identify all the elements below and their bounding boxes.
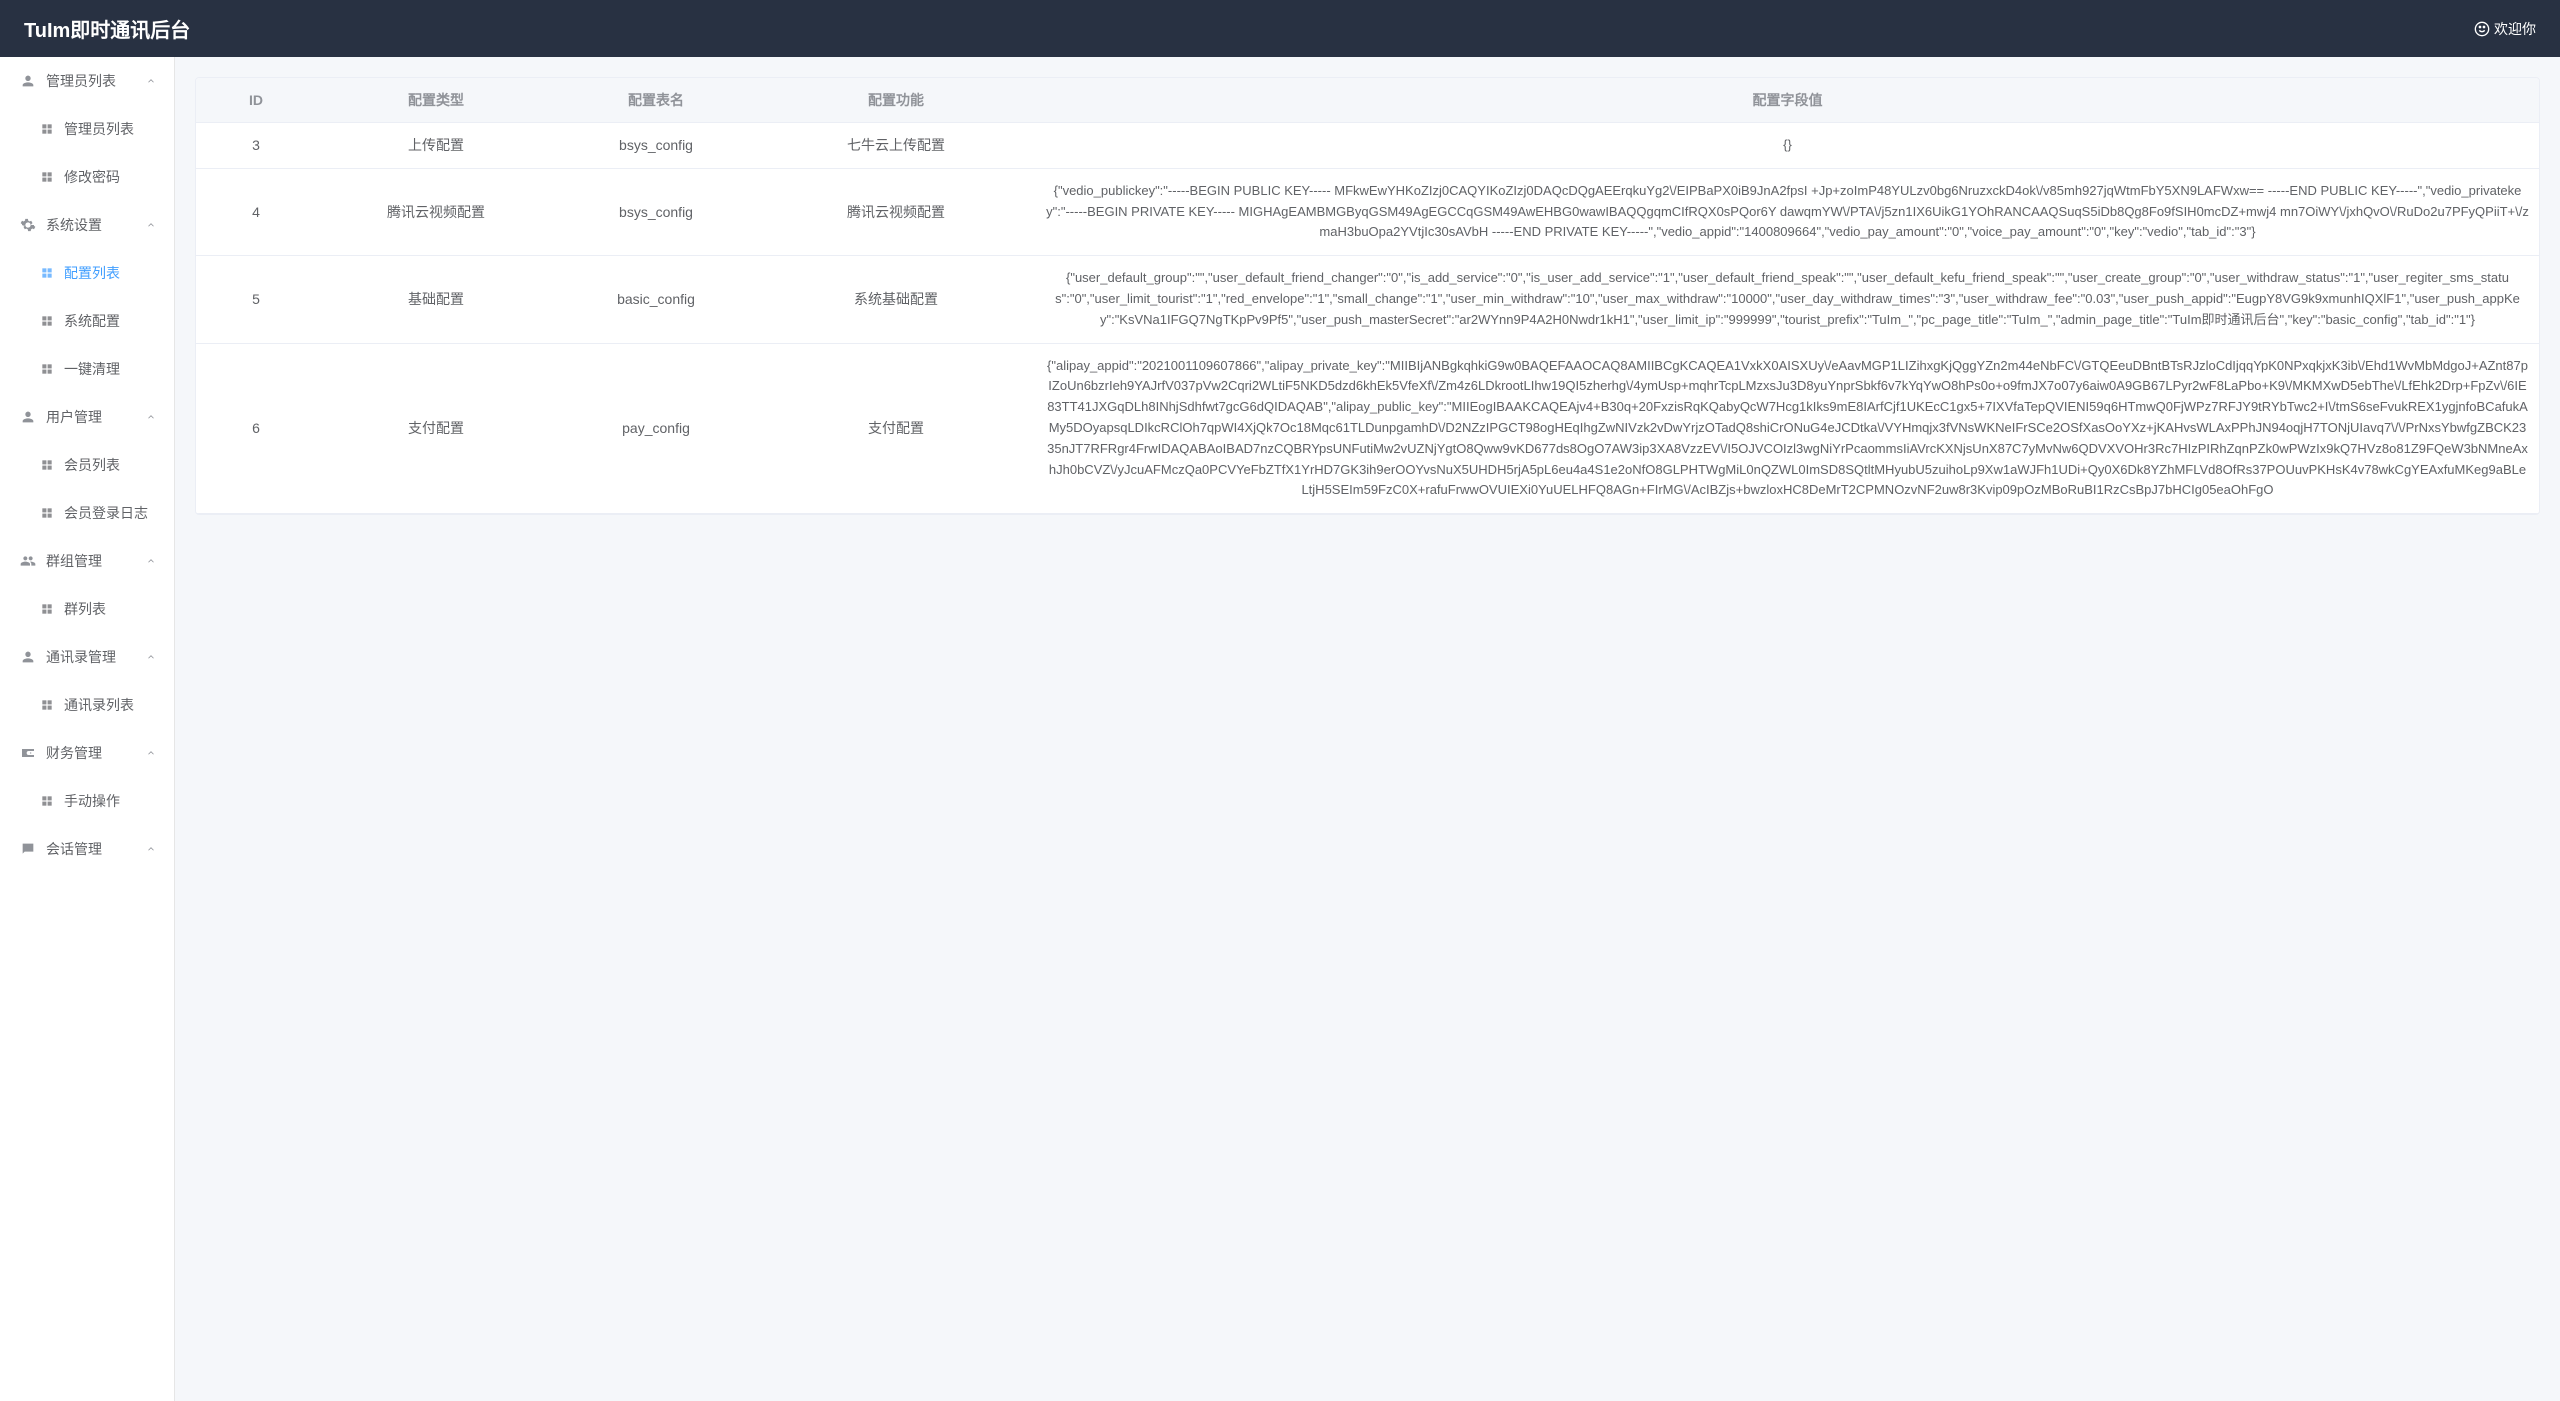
nav-group-label: 用户管理 <box>46 407 102 427</box>
cell-table-name: bsys_config <box>556 168 756 255</box>
nav-group-label: 财务管理 <box>46 743 102 763</box>
cell-func: 系统基础配置 <box>756 256 1036 343</box>
config-table-card: ID 配置类型 配置表名 配置功能 配置字段值 3上传配置bsys_config… <box>195 77 2540 515</box>
nav-item-1-2[interactable]: 一键清理 <box>0 345 174 393</box>
cell-table-name: pay_config <box>556 343 756 514</box>
table-row[interactable]: 5基础配置basic_config系统基础配置{"user_default_gr… <box>196 256 2539 343</box>
cell-type: 支付配置 <box>316 343 556 514</box>
cell-func: 支付配置 <box>756 343 1036 514</box>
nav-item-label: 会员列表 <box>64 455 120 475</box>
nav-item-0-1[interactable]: 修改密码 <box>0 153 174 201</box>
table-row[interactable]: 4腾讯云视频配置bsys_config腾讯云视频配置{"vedio_public… <box>196 168 2539 255</box>
nav-item-label: 配置列表 <box>64 263 120 283</box>
nav-group-1[interactable]: 系统设置 <box>0 201 174 249</box>
nav-item-label: 会员登录日志 <box>64 503 148 523</box>
nav-item-label: 系统配置 <box>64 311 120 331</box>
nav-group-label: 管理员列表 <box>46 71 116 91</box>
nav-group-6[interactable]: 会话管理 <box>0 825 174 873</box>
cell-id: 3 <box>196 123 316 169</box>
col-value[interactable]: 配置字段值 <box>1036 78 2539 123</box>
cell-func: 七牛云上传配置 <box>756 123 1036 169</box>
nav-group-4[interactable]: 通讯录管理 <box>0 633 174 681</box>
nav-item-label: 修改密码 <box>64 167 120 187</box>
app-title: TuIm即时通讯后台 <box>24 14 190 43</box>
cell-id: 5 <box>196 256 316 343</box>
cell-type: 基础配置 <box>316 256 556 343</box>
cell-id: 4 <box>196 168 316 255</box>
cell-value: {"user_default_group":"","user_default_f… <box>1036 256 2539 343</box>
col-func[interactable]: 配置功能 <box>756 78 1036 123</box>
cell-table-name: basic_config <box>556 256 756 343</box>
nav-item-label: 通讯录列表 <box>64 695 134 715</box>
nav-group-0[interactable]: 管理员列表 <box>0 57 174 105</box>
col-id[interactable]: ID <box>196 78 316 123</box>
config-table: ID 配置类型 配置表名 配置功能 配置字段值 3上传配置bsys_config… <box>196 78 2539 514</box>
cell-type: 上传配置 <box>316 123 556 169</box>
cell-value: {"vedio_publickey":"-----BEGIN PUBLIC KE… <box>1036 168 2539 255</box>
col-table-name[interactable]: 配置表名 <box>556 78 756 123</box>
nav-item-4-0[interactable]: 通讯录列表 <box>0 681 174 729</box>
table-row[interactable]: 3上传配置bsys_config七牛云上传配置{} <box>196 123 2539 169</box>
table-header-row: ID 配置类型 配置表名 配置功能 配置字段值 <box>196 78 2539 123</box>
nav-item-2-0[interactable]: 会员列表 <box>0 441 174 489</box>
nav-group-5[interactable]: 财务管理 <box>0 729 174 777</box>
nav-item-label: 管理员列表 <box>64 119 134 139</box>
nav-item-label: 群列表 <box>64 599 106 619</box>
nav-group-3[interactable]: 群组管理 <box>0 537 174 585</box>
welcome-user[interactable]: 欢迎你 <box>2474 19 2536 39</box>
main-content: ID 配置类型 配置表名 配置功能 配置字段值 3上传配置bsys_config… <box>175 57 2560 535</box>
nav-group-label: 会话管理 <box>46 839 102 859</box>
nav-item-1-0[interactable]: 配置列表 <box>0 249 174 297</box>
cell-value: {} <box>1036 123 2539 169</box>
nav-item-5-0[interactable]: 手动操作 <box>0 777 174 825</box>
smile-icon <box>2474 21 2490 37</box>
cell-func: 腾讯云视频配置 <box>756 168 1036 255</box>
nav-group-label: 系统设置 <box>46 215 102 235</box>
cell-table-name: bsys_config <box>556 123 756 169</box>
top-header: TuIm即时通讯后台 欢迎你 <box>0 0 2560 57</box>
nav-item-2-1[interactable]: 会员登录日志 <box>0 489 174 537</box>
nav-item-label: 一键清理 <box>64 359 120 379</box>
table-row[interactable]: 6支付配置pay_config支付配置{"alipay_appid":"2021… <box>196 343 2539 514</box>
nav-item-0-0[interactable]: 管理员列表 <box>0 105 174 153</box>
nav-item-label: 手动操作 <box>64 791 120 811</box>
cell-id: 6 <box>196 343 316 514</box>
col-type[interactable]: 配置类型 <box>316 78 556 123</box>
nav-group-2[interactable]: 用户管理 <box>0 393 174 441</box>
nav-group-label: 通讯录管理 <box>46 647 116 667</box>
cell-type: 腾讯云视频配置 <box>316 168 556 255</box>
welcome-label: 欢迎你 <box>2494 19 2536 39</box>
nav-item-3-0[interactable]: 群列表 <box>0 585 174 633</box>
sidebar: 管理员列表管理员列表修改密码系统设置配置列表系统配置一键清理用户管理会员列表会员… <box>0 57 175 1401</box>
nav-item-1-1[interactable]: 系统配置 <box>0 297 174 345</box>
nav-group-label: 群组管理 <box>46 551 102 571</box>
cell-value: {"alipay_appid":"2021001109607866","alip… <box>1036 343 2539 514</box>
